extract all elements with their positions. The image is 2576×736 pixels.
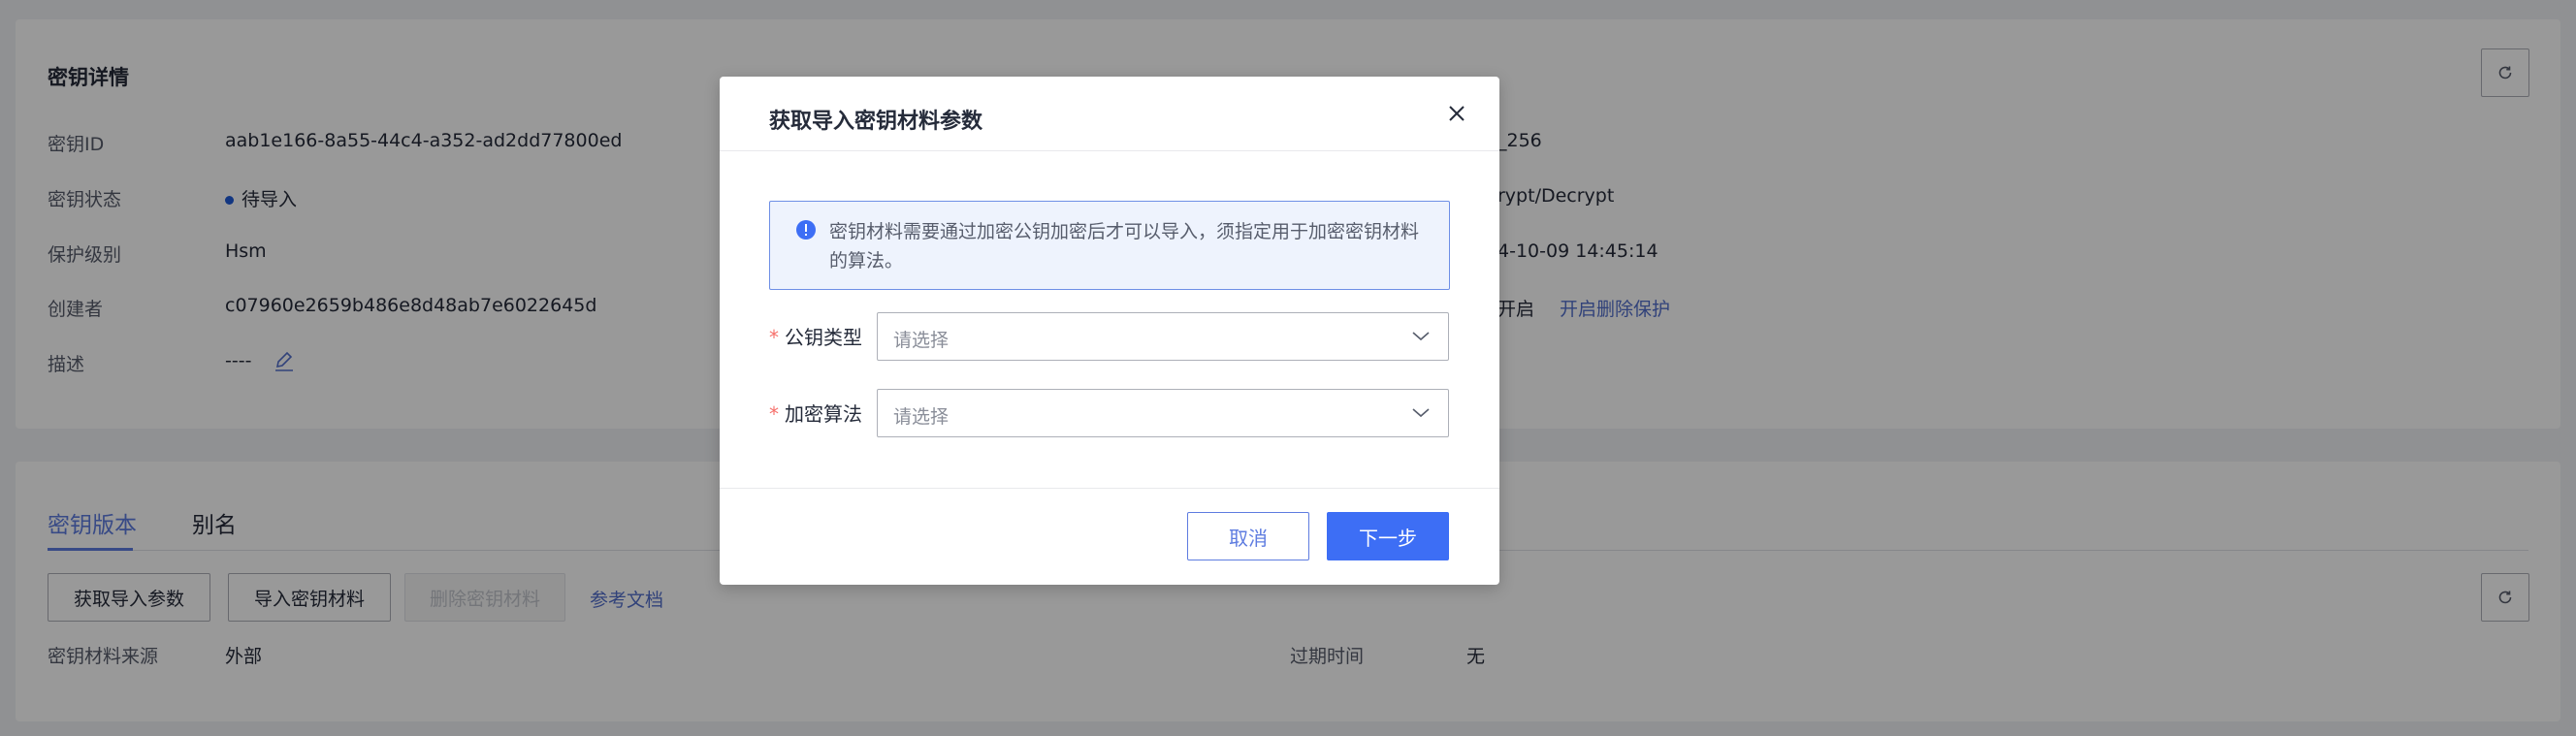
select-placeholder: 请选择: [893, 406, 950, 428]
chevron-down-icon: [1412, 332, 1430, 341]
public-key-type-label: * 公钥类型: [769, 322, 862, 350]
encryption-algorithm-label: * 加密算法: [769, 399, 862, 427]
encryption-algorithm-select[interactable]: 请选择: [877, 389, 1449, 437]
field-label-text: 加密算法: [785, 402, 862, 426]
required-mark: *: [769, 326, 779, 349]
required-mark: *: [769, 402, 779, 426]
import-params-dialog: 获取导入密钥材料参数 密钥材料需要通过加密公钥加密后才可以导入，须指定用于加密密…: [720, 77, 1499, 585]
dialog-title: 获取导入密钥材料参数: [769, 110, 983, 134]
close-icon[interactable]: [1447, 104, 1466, 123]
dialog-footer-divider: [720, 488, 1499, 489]
next-step-button[interactable]: 下一步: [1327, 512, 1449, 560]
field-label-text: 公钥类型: [785, 326, 862, 349]
notice-text: 密钥材料需要通过加密公钥加密后才可以导入，须指定用于加密密钥材料的算法。: [829, 221, 1420, 272]
info-notice: 密钥材料需要通过加密公钥加密后才可以导入，须指定用于加密密钥材料的算法。: [769, 201, 1450, 290]
cancel-button[interactable]: 取消: [1187, 512, 1309, 560]
dialog-header-divider: [720, 150, 1499, 151]
select-placeholder: 请选择: [893, 330, 950, 351]
chevron-down-icon: [1412, 408, 1430, 418]
public-key-type-select[interactable]: 请选择: [877, 312, 1449, 361]
info-icon: [796, 220, 816, 240]
